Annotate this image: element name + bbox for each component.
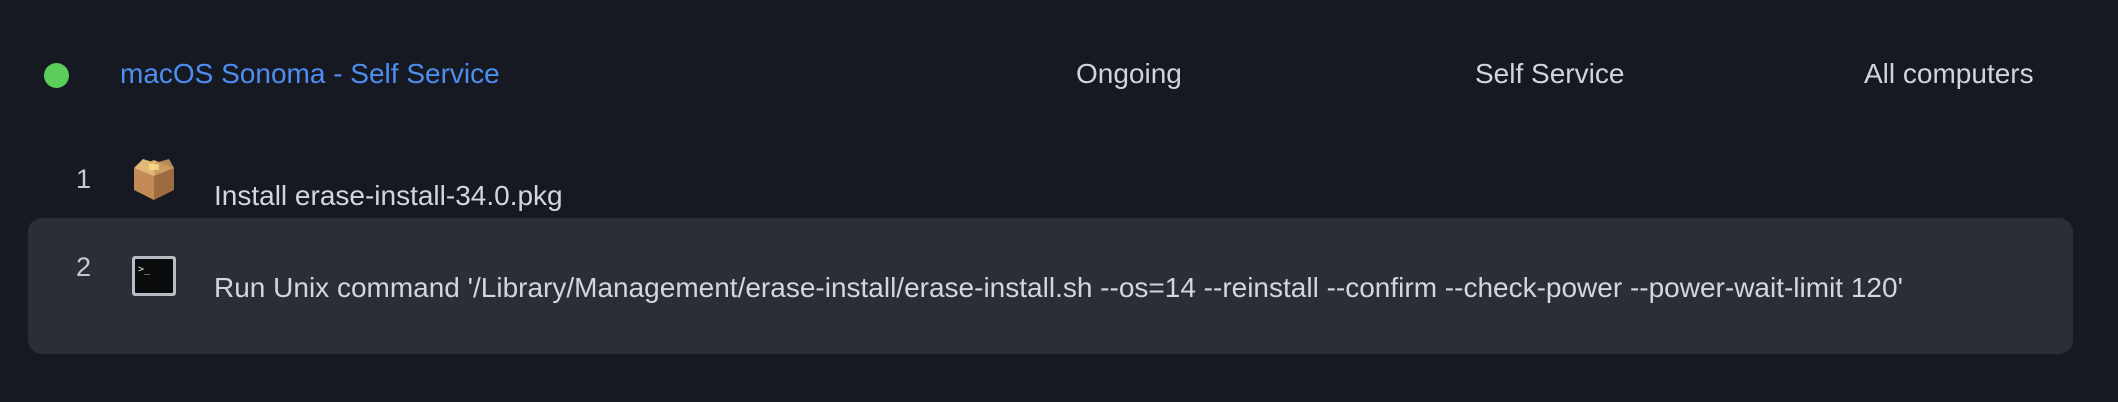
step-text: Run Unix command '/Library/Management/er… — [214, 272, 1903, 303]
policy-frequency: Ongoing — [1076, 58, 1182, 89]
policy-scope: All computers — [1864, 58, 2034, 89]
policy-trigger: Self Service — [1475, 58, 1625, 89]
policy-row[interactable]: macOS Sonoma - Self Service Ongoing Self… — [0, 40, 2118, 110]
step-row-2[interactable]: 2 >_ Run Unix command '/Library/Manageme… — [28, 218, 2073, 354]
step-number: 2 — [76, 252, 92, 282]
step-text: Install erase-install-34.0.pkg — [214, 180, 563, 211]
step-number: 1 — [76, 164, 92, 194]
terminal-icon: >_ — [132, 256, 176, 296]
svg-text:>_: >_ — [138, 264, 151, 275]
policy-name-link[interactable]: macOS Sonoma - Self Service — [120, 58, 500, 90]
package-icon — [134, 159, 174, 200]
status-dot — [44, 63, 69, 88]
